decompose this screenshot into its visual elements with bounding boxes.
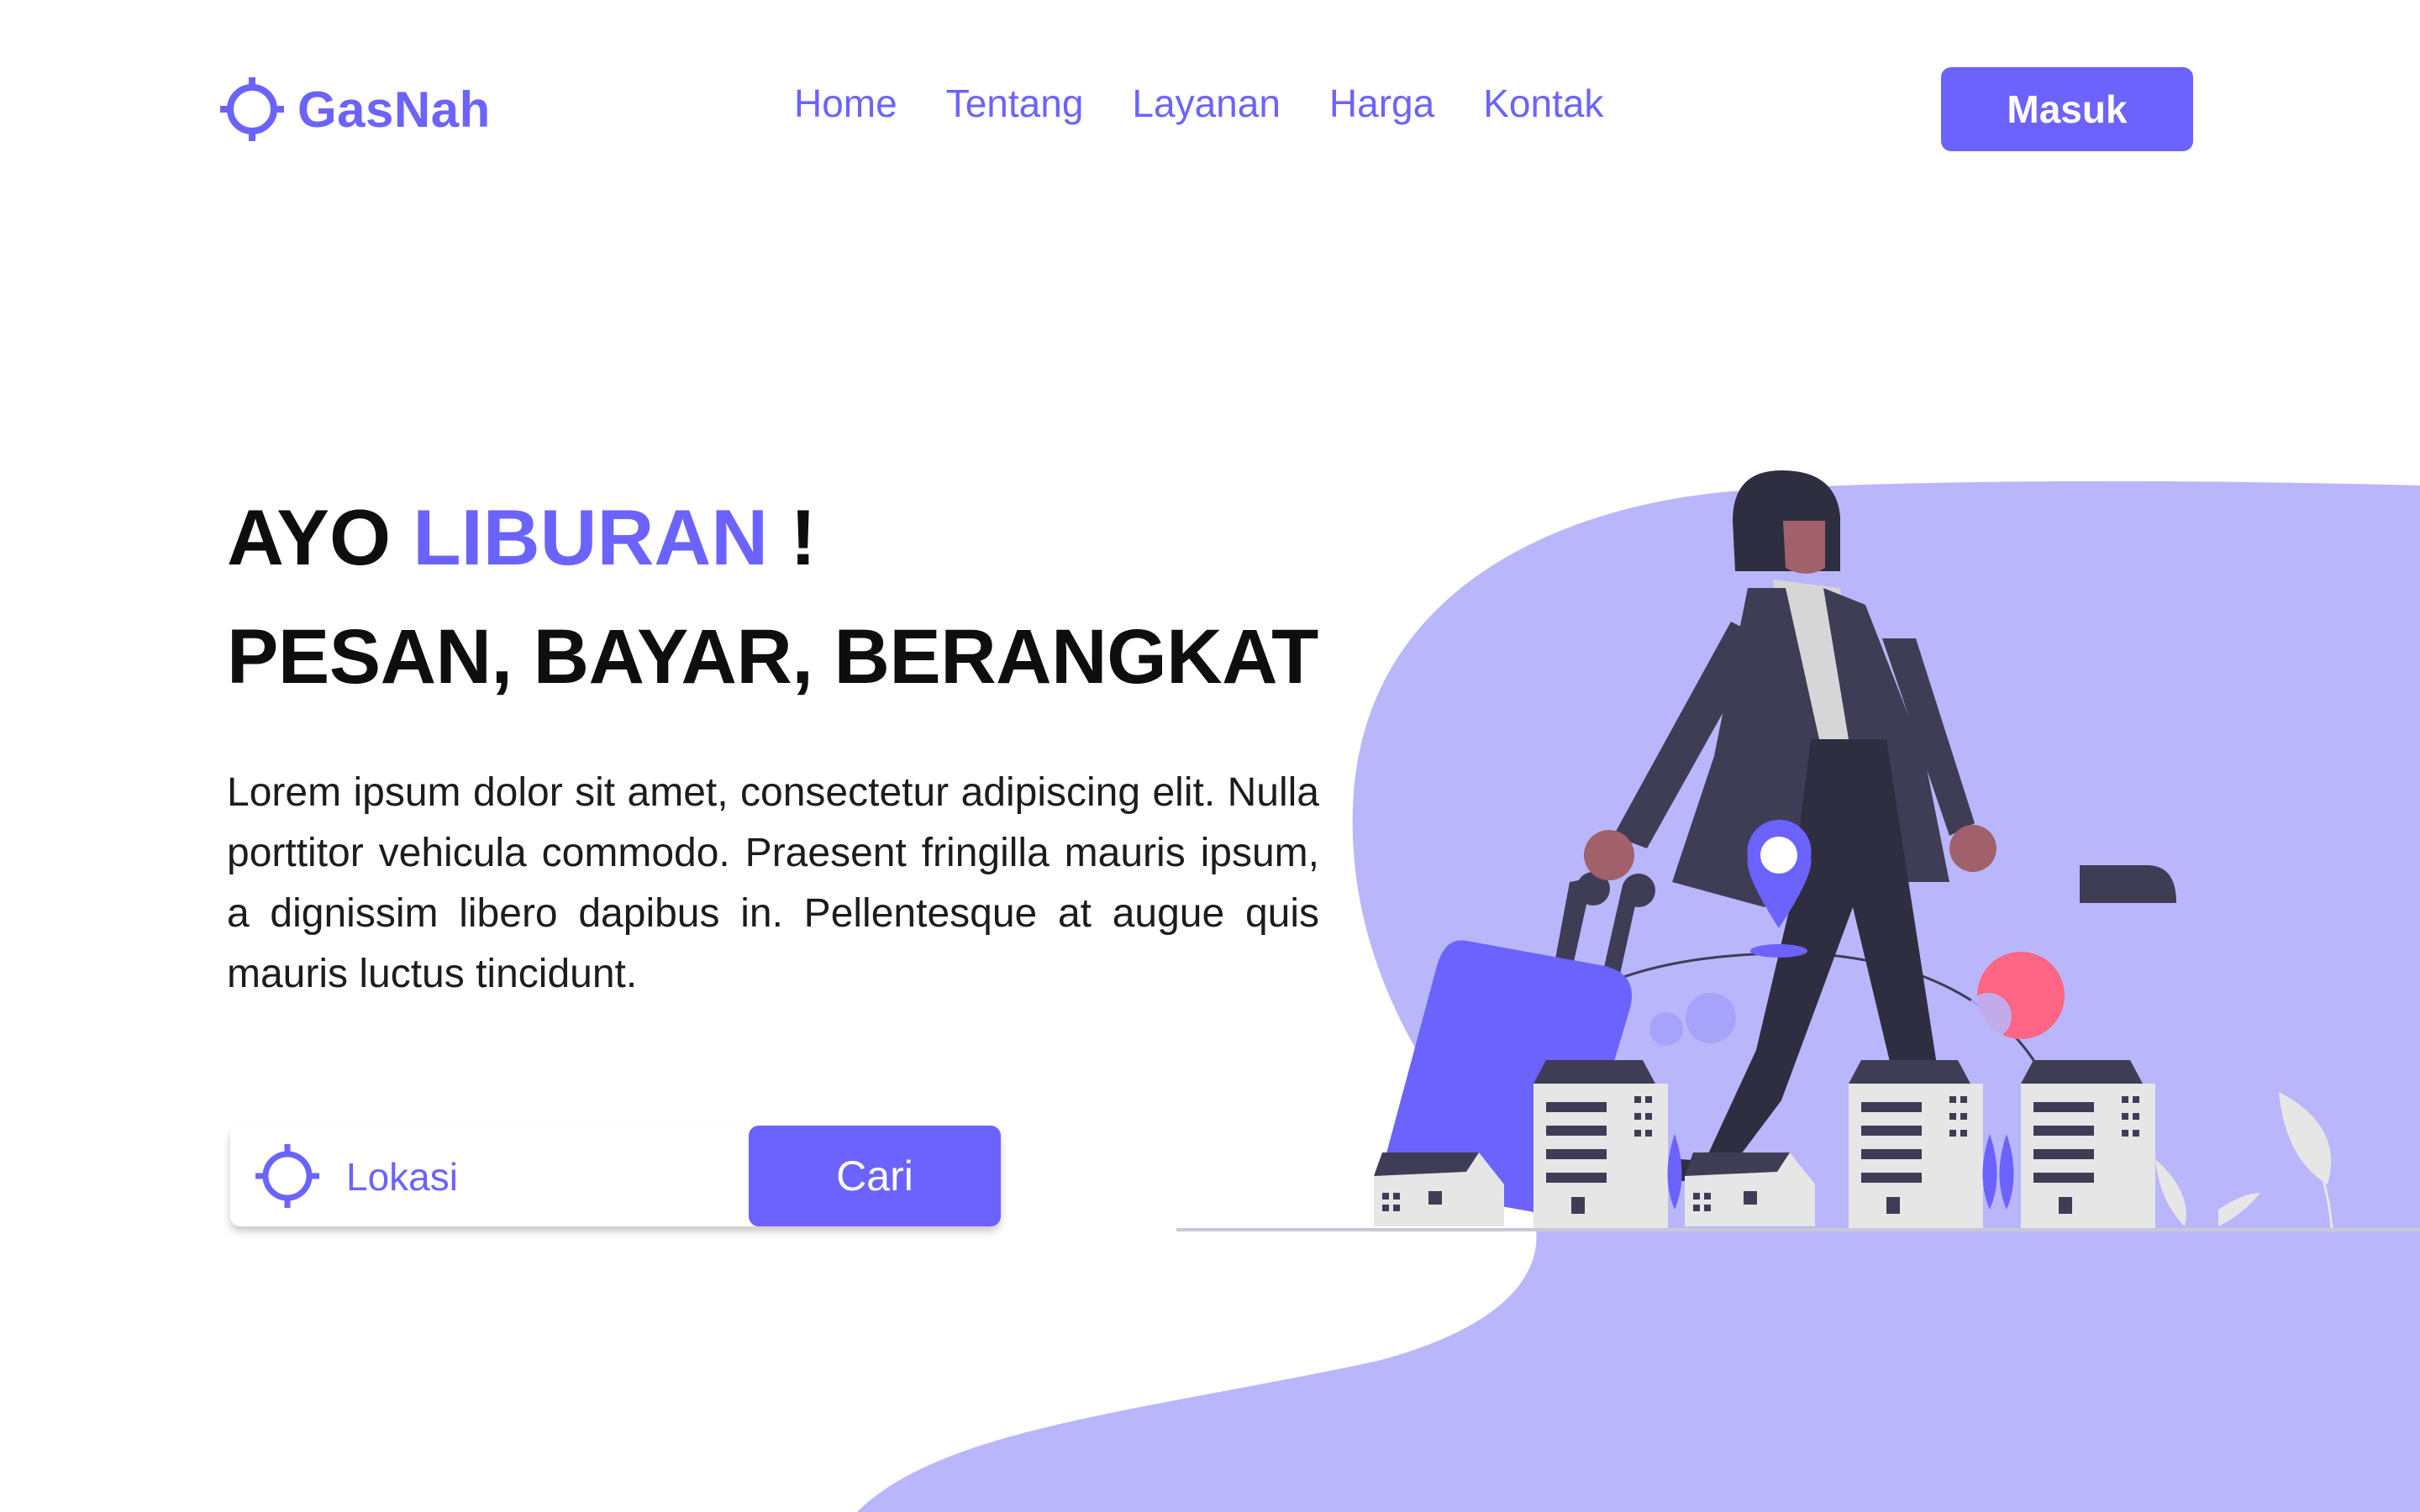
hero-headline: AYO LIBURAN !	[227, 487, 1319, 588]
hero-description: Lorem ipsum dolor sit amet, consectetur …	[227, 770, 1319, 996]
building-tall-2	[1849, 1060, 1983, 1228]
building-small-left	[1374, 1152, 1504, 1226]
crosshair-icon	[255, 1144, 319, 1208]
login-button[interactable]: Masuk	[1941, 67, 2193, 151]
main-nav: Home Tentang Layanan Harga Kontak	[794, 81, 1603, 126]
brand-logo[interactable]: GasNah	[220, 76, 491, 143]
nav-link-tentang[interactable]: Tentang	[946, 81, 1084, 126]
nav-link-home[interactable]: Home	[794, 81, 897, 126]
building-small-mid	[1685, 1152, 1815, 1226]
crosshair-icon	[220, 77, 284, 141]
leaf-plants	[2155, 1092, 2333, 1229]
headline-accent: LIBURAN	[413, 493, 769, 581]
brand-name: GasNah	[297, 81, 491, 138]
tree-2	[1982, 1134, 2014, 1210]
search-button[interactable]: Cari	[749, 1126, 1001, 1226]
navbar: GasNah Home Tentang Layanan Harga Kontak…	[0, 0, 2420, 218]
location-search: Cari	[230, 1126, 1001, 1226]
hero-subheadline: PESAN, BAYAR, BERANGKAT	[227, 614, 1318, 700]
building-tall-3	[2021, 1060, 2155, 1228]
nav-link-layanan[interactable]: Layanan	[1132, 81, 1281, 126]
tree-1	[1667, 1134, 1682, 1210]
decorative-bubbles	[1649, 952, 2065, 1046]
nav-link-harga[interactable]: Harga	[1329, 81, 1434, 126]
hero-section: AYO LIBURAN ! PESAN, BAYAR, BERANGKAT Lo…	[227, 487, 1319, 1005]
dark-tab-shape	[2080, 865, 2176, 903]
headline-prefix: AYO	[227, 493, 392, 581]
headline-suffix: !	[790, 493, 817, 581]
nav-link-kontak[interactable]: Kontak	[1483, 81, 1603, 126]
building-tall-1	[1534, 1060, 1668, 1228]
